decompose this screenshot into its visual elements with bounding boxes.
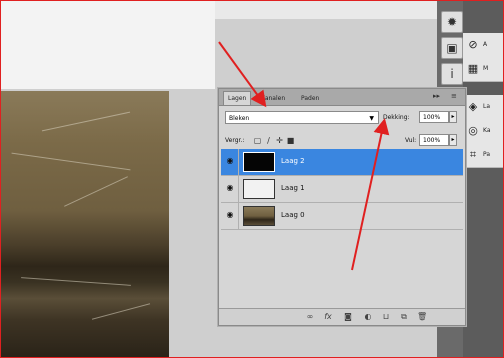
blend-mode-select[interactable]: Bleken ▼: [225, 111, 379, 124]
layer-thumbnail: [243, 179, 275, 199]
side-item-3[interactable]: ◎ Ka: [463, 119, 503, 144]
opacity-label: Dekking:: [383, 114, 410, 121]
panel-tabs: Lagen Kanalen Paden ▸▸ ≡: [219, 89, 465, 106]
brush-icon: ⊘: [468, 38, 478, 51]
tab-channels[interactable]: Kanalen: [257, 92, 289, 105]
layer-thumbnail: [243, 152, 275, 172]
fx-icon[interactable]: fx: [323, 312, 333, 322]
eye-icon[interactable]: ◉: [225, 183, 235, 193]
new-layer-icon[interactable]: ⧉: [399, 312, 409, 322]
layer-row[interactable]: ◉ Laag 0: [221, 203, 463, 230]
image-icon[interactable]: ▣: [441, 37, 463, 59]
eye-icon[interactable]: ◉: [225, 210, 235, 220]
layers-panel: Lagen Kanalen Paden ▸▸ ≡ Bleken ▼ Dekkin…: [218, 88, 466, 326]
folder-icon[interactable]: ⊔: [381, 312, 391, 322]
layers-icon: ◈: [468, 100, 478, 113]
link-icon[interactable]: ∞: [305, 312, 315, 322]
lock-paint-icon[interactable]: ∕: [264, 136, 273, 145]
opacity-field[interactable]: 100%: [419, 111, 449, 123]
canvas-background-strip: [215, 1, 437, 19]
lock-label: Vergr.:: [225, 137, 245, 144]
side-item-4[interactable]: ⌗ Pa: [463, 143, 503, 168]
collapse-icon[interactable]: ▸▸: [433, 92, 440, 100]
fill-stepper[interactable]: ▸: [449, 134, 457, 146]
tab-layers[interactable]: Lagen: [223, 91, 252, 105]
layer-row[interactable]: ◉ Laag 2: [221, 149, 463, 176]
sun-icon[interactable]: ✹: [441, 11, 463, 33]
trash-icon[interactable]: 🗑: [417, 312, 427, 322]
fill-field[interactable]: 100%: [419, 134, 449, 146]
tab-paths[interactable]: Paden: [297, 92, 323, 105]
grid-icon: ▦: [467, 62, 479, 75]
layer-thumbnail: [243, 206, 275, 226]
paths-icon: ⌗: [469, 148, 477, 161]
fill-label: Vul:: [405, 137, 417, 144]
adjustment-icon[interactable]: ◐: [363, 312, 373, 322]
lock-transparent-icon[interactable]: ▢: [253, 136, 262, 145]
lock-all-icon[interactable]: ■: [286, 136, 295, 145]
layer-row[interactable]: ◉ Laag 1: [221, 176, 463, 203]
eye-icon[interactable]: ◉: [225, 156, 235, 166]
mask-icon[interactable]: ◙: [343, 312, 353, 322]
opacity-stepper[interactable]: ▸: [449, 111, 457, 123]
canvas-background: [1, 1, 215, 89]
lock-move-icon[interactable]: ✛: [275, 136, 284, 145]
panel-menu-icon[interactable]: ≡: [451, 92, 457, 100]
document-image[interactable]: [1, 91, 169, 357]
layers-bottom-bar: ∞ fx ◙ ◐ ⊔ ⧉ 🗑: [219, 308, 465, 325]
info-icon[interactable]: i: [441, 63, 463, 85]
side-item-0[interactable]: ⊘ A: [463, 33, 503, 58]
channels-icon: ◎: [468, 124, 478, 137]
side-item-1[interactable]: ▦ M: [463, 57, 503, 82]
side-item-2[interactable]: ◈ La: [463, 95, 503, 120]
chevron-down-icon: ▼: [369, 115, 374, 122]
